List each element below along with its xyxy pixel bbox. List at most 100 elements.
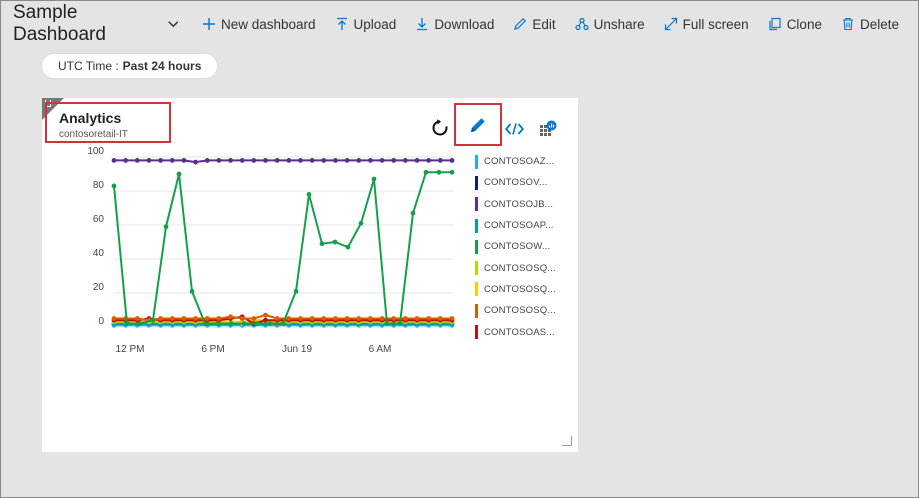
data-point[interactable] (202, 321, 208, 326)
data-point[interactable] (402, 316, 408, 321)
data-point[interactable] (309, 158, 315, 163)
data-point[interactable] (280, 321, 286, 326)
refresh-icon[interactable] (430, 118, 450, 138)
insights-icon[interactable] (539, 120, 557, 138)
data-point[interactable] (111, 183, 117, 189)
data-point[interactable] (423, 169, 429, 175)
legend-item[interactable]: CONTOSOAZ... (475, 151, 575, 172)
legend-item[interactable]: CONTOSOAP... (475, 215, 575, 236)
data-point[interactable] (263, 158, 268, 163)
data-point[interactable] (298, 316, 303, 321)
data-point[interactable] (150, 317, 156, 323)
edit-button[interactable]: Edit (513, 17, 556, 32)
data-point[interactable] (368, 316, 373, 321)
data-point[interactable] (379, 158, 385, 163)
data-point[interactable] (181, 158, 187, 163)
data-point[interactable] (298, 158, 303, 163)
clone-button[interactable]: Clone (768, 17, 822, 32)
data-point[interactable] (228, 158, 233, 163)
data-point[interactable] (426, 316, 432, 321)
data-point[interactable] (228, 314, 233, 320)
data-point[interactable] (356, 158, 362, 163)
data-point[interactable] (169, 158, 175, 163)
data-point[interactable] (344, 158, 350, 163)
data-point[interactable] (193, 159, 198, 165)
data-point[interactable] (384, 321, 390, 326)
data-point[interactable] (414, 316, 420, 321)
data-point[interactable] (228, 321, 234, 326)
data-point[interactable] (239, 316, 245, 321)
data-point[interactable] (319, 241, 325, 247)
data-point[interactable] (137, 321, 143, 326)
data-point[interactable] (111, 158, 117, 163)
data-point[interactable] (391, 158, 397, 163)
data-point[interactable] (134, 316, 140, 321)
data-point[interactable] (251, 158, 257, 163)
new-dashboard-button[interactable]: New dashboard (202, 17, 316, 32)
data-point[interactable] (358, 220, 364, 226)
data-point[interactable] (333, 158, 338, 163)
upload-button[interactable]: Upload (335, 17, 396, 32)
data-point[interactable] (204, 316, 210, 321)
data-point[interactable] (111, 316, 117, 321)
data-point[interactable] (216, 316, 222, 321)
data-point[interactable] (379, 316, 385, 321)
data-point[interactable] (123, 158, 129, 163)
data-point[interactable] (239, 158, 245, 163)
data-point[interactable] (158, 316, 164, 321)
data-point[interactable] (309, 316, 315, 321)
data-point[interactable] (124, 321, 130, 326)
data-point[interactable] (189, 288, 195, 294)
data-point[interactable] (263, 312, 268, 318)
data-point[interactable] (356, 316, 362, 321)
data-point[interactable] (345, 244, 351, 250)
data-point[interactable] (397, 321, 403, 326)
delete-button[interactable]: Delete (841, 17, 899, 32)
data-point[interactable] (267, 321, 273, 326)
data-point[interactable] (414, 158, 420, 163)
legend-item[interactable]: CONTOSOSQ... (475, 300, 575, 321)
data-point[interactable] (306, 192, 312, 197)
data-point[interactable] (436, 169, 442, 175)
data-point[interactable] (391, 316, 397, 321)
data-point[interactable] (333, 316, 338, 321)
legend-item[interactable]: CONTOSOSQ... (475, 279, 575, 300)
data-point[interactable] (368, 158, 373, 163)
code-icon[interactable] (505, 122, 524, 136)
data-point[interactable] (321, 316, 327, 321)
data-point[interactable] (193, 316, 198, 321)
data-point[interactable] (437, 316, 443, 321)
data-point[interactable] (274, 158, 280, 163)
edit-query-button[interactable] (454, 103, 502, 146)
data-point[interactable] (215, 321, 221, 326)
legend-item[interactable]: CONTOSOW... (475, 236, 575, 257)
data-point[interactable] (437, 158, 443, 163)
data-point[interactable] (344, 316, 350, 321)
data-point[interactable] (169, 316, 175, 321)
legend-item[interactable]: CONTOSOSQ... (475, 257, 575, 278)
data-point[interactable] (449, 169, 455, 175)
time-filter-pill[interactable]: UTC Time : Past 24 hours (42, 54, 218, 78)
full-screen-button[interactable]: Full screen (664, 17, 749, 32)
tile-resize-handle[interactable] (562, 436, 572, 446)
data-point[interactable] (176, 171, 182, 177)
data-point[interactable] (286, 316, 292, 321)
data-point[interactable] (216, 158, 222, 163)
data-point[interactable] (263, 317, 268, 323)
data-point[interactable] (402, 158, 408, 163)
data-point[interactable] (158, 158, 164, 163)
data-point[interactable] (146, 158, 152, 163)
data-point[interactable] (426, 158, 432, 163)
data-point[interactable] (204, 158, 210, 163)
data-point[interactable] (449, 158, 455, 163)
data-point[interactable] (371, 176, 377, 182)
legend-item[interactable]: CONTOSOAS... (475, 321, 575, 342)
unshare-button[interactable]: Unshare (575, 17, 645, 32)
data-point[interactable] (134, 158, 140, 163)
data-point[interactable] (286, 158, 292, 163)
data-point[interactable] (321, 158, 327, 163)
legend-item[interactable]: CONTOSOV... (475, 172, 575, 193)
data-point[interactable] (251, 316, 257, 321)
data-point[interactable] (449, 316, 455, 321)
dashboard-title-dropdown[interactable]: Sample Dashboard (13, 2, 180, 46)
